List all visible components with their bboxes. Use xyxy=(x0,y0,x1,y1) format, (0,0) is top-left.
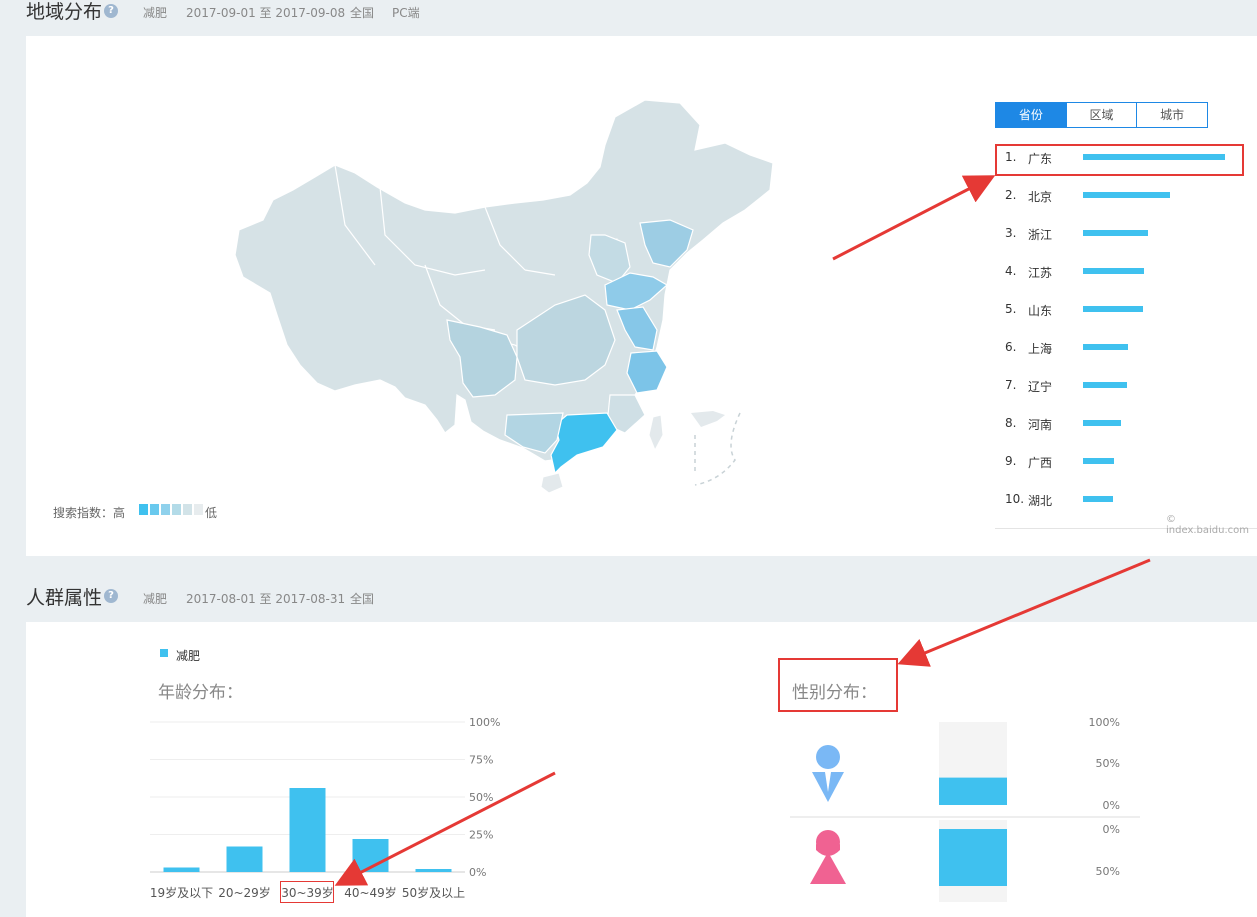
female-bar xyxy=(939,829,1007,886)
ranking-bar xyxy=(1083,268,1145,274)
age-bar xyxy=(289,788,326,872)
ranking-bar xyxy=(1083,344,1129,350)
legend-swatch-4 xyxy=(172,504,181,515)
ranking-row[interactable]: 10. 湖北 xyxy=(1005,490,1235,510)
map-taiwan xyxy=(648,414,664,452)
ranking-row[interactable]: 7. 辽宁 xyxy=(1005,376,1235,396)
gender-chart: 100% 50% 0% 0% 50% xyxy=(790,716,1140,902)
ranking-rank: 4. xyxy=(1005,264,1017,278)
map-hainan xyxy=(540,472,564,494)
ranking-province-name: 浙江 xyxy=(1028,228,1053,242)
ranking-rank: 3. xyxy=(1005,226,1017,240)
map-mainland xyxy=(234,99,774,462)
tab-region[interactable]: 区域 xyxy=(1065,103,1137,127)
male-icon xyxy=(816,745,840,769)
crowd-meta-daterange: 2017-08-01 至 2017-08-31 xyxy=(186,592,346,606)
age-category-label: 50岁及以上 xyxy=(402,885,465,900)
region-meta-area: 全国 xyxy=(350,6,375,20)
watermark: © index.baidu.com xyxy=(1166,514,1250,536)
map-legend-low: 低 xyxy=(205,506,218,520)
ranking-bar xyxy=(1083,192,1170,198)
ranking-province-name: 辽宁 xyxy=(1028,380,1053,394)
legend-swatch-3 xyxy=(161,504,170,515)
ranking-province-name: 江苏 xyxy=(1028,266,1053,280)
tab-province[interactable]: 省份 xyxy=(996,103,1066,127)
legend-swatch-6 xyxy=(194,504,203,515)
age-chart-title: 年龄分布： xyxy=(158,683,243,703)
gender-female-tick: 0% xyxy=(1103,823,1120,836)
region-help-icon[interactable]: ? xyxy=(104,4,118,18)
crowd-meta-keyword: 减肥 xyxy=(143,592,168,606)
ranking-province-name: 北京 xyxy=(1028,190,1053,204)
ranking-bar xyxy=(1083,420,1122,426)
highlight-box-age-30-39 xyxy=(280,881,334,903)
region-tabs: 省份 区域 城市 xyxy=(995,102,1208,128)
male-bar xyxy=(939,777,1007,805)
ranking-bar xyxy=(1083,496,1113,502)
age-ytick-label: 75% xyxy=(469,754,493,767)
crowd-help-icon[interactable]: ? xyxy=(104,589,118,603)
ranking-rank: 10. xyxy=(1005,492,1025,506)
age-category-label: 20~29岁 xyxy=(218,885,271,900)
legend-swatch-1 xyxy=(139,504,148,515)
ranking-province-name: 上海 xyxy=(1028,342,1053,356)
region-meta-daterange: 2017-09-01 至 2017-09-08 xyxy=(186,6,346,20)
gender-male-tick: 50% xyxy=(1096,757,1120,770)
ranking-row[interactable]: 9. 广西 xyxy=(1005,452,1235,472)
ranking-row[interactable]: 2. 北京 xyxy=(1005,186,1235,206)
age-chart: 100%75%50%25%0%19岁及以下 20~29岁 30~39岁 40~49岁 5… xyxy=(150,716,501,900)
crowd-section-title: 人群属性 xyxy=(26,587,103,609)
ranking-row[interactable]: 5. 山东 xyxy=(1005,300,1235,320)
ranking-rank: 8. xyxy=(1005,416,1017,430)
female-icon-body xyxy=(810,852,846,884)
crowd-meta-area: 全国 xyxy=(350,592,375,606)
age-bar xyxy=(415,869,452,872)
region-meta-keyword: 减肥 xyxy=(143,6,168,20)
map-legend-scale xyxy=(139,504,205,517)
legend-swatch-2 xyxy=(150,504,159,515)
crowd-legend-swatch xyxy=(160,649,168,657)
ranking-rank: 5. xyxy=(1005,302,1017,316)
region-meta-platform: PC端 xyxy=(392,6,420,20)
age-ytick-label: 50% xyxy=(469,791,493,804)
ranking-province-name: 广西 xyxy=(1028,456,1053,470)
china-map[interactable] xyxy=(225,95,785,495)
gender-female-tick: 50% xyxy=(1096,865,1120,878)
tab-city[interactable]: 城市 xyxy=(1136,103,1207,127)
highlight-box-top-province xyxy=(995,144,1244,176)
ranking-province-name: 山东 xyxy=(1028,304,1053,318)
age-bar xyxy=(352,839,389,872)
legend-swatch-5 xyxy=(183,504,192,515)
ranking-row[interactable]: 3. 浙江 xyxy=(1005,224,1235,244)
ranking-bar xyxy=(1083,382,1128,388)
ranking-rank: 2. xyxy=(1005,188,1017,202)
highlight-box-gender-title xyxy=(778,658,898,712)
ranking-rank: 7. xyxy=(1005,378,1017,392)
age-category-label: 19岁及以下 xyxy=(150,885,213,900)
age-bar xyxy=(226,846,263,872)
ranking-rank: 6. xyxy=(1005,340,1017,354)
age-bar xyxy=(163,867,200,872)
region-section-title: 地域分布 xyxy=(26,1,103,23)
ranking-province-name: 河南 xyxy=(1028,418,1053,432)
map-legend-label: 搜索指数：高 xyxy=(53,506,126,520)
age-ytick-label: 0% xyxy=(469,866,486,879)
ranking-row[interactable]: 4. 江苏 xyxy=(1005,262,1235,282)
gender-male-tick: 0% xyxy=(1103,799,1120,812)
ranking-row[interactable]: 8. 河南 xyxy=(1005,414,1235,434)
ranking-bar xyxy=(1083,458,1115,464)
ranking-province-name: 湖北 xyxy=(1028,494,1053,508)
age-category-label: 40~49岁 xyxy=(344,885,397,900)
crowd-legend-label: 减肥 xyxy=(176,649,201,663)
ranking-row[interactable]: 6. 上海 xyxy=(1005,338,1235,358)
ranking-bar xyxy=(1083,306,1143,312)
age-ytick-label: 100% xyxy=(469,716,500,729)
age-ytick-label: 25% xyxy=(469,829,493,842)
ranking-rank: 9. xyxy=(1005,454,1017,468)
ranking-bar xyxy=(1083,230,1149,236)
gender-male-tick: 100% xyxy=(1089,716,1120,729)
